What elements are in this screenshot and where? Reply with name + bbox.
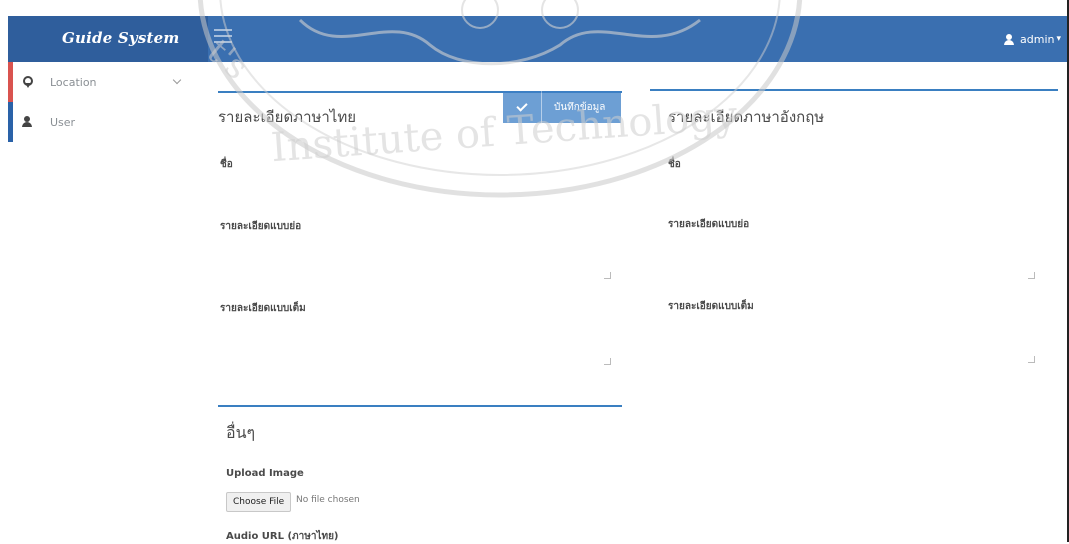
resize-handle-icon[interactable]	[604, 358, 611, 365]
user-icon	[22, 116, 32, 127]
choose-file-button[interactable]: Choose File	[226, 492, 292, 512]
save-button[interactable]: บันทึกข้อมูล	[503, 91, 621, 123]
brand-title[interactable]: Guide System	[62, 29, 179, 47]
thai-short-textarea[interactable]	[218, 234, 616, 284]
sidebar: Location User	[8, 62, 208, 542]
brand-area[interactable]: Guide System	[8, 16, 208, 62]
thai-full-textarea[interactable]	[218, 316, 616, 370]
panel-top-border	[218, 405, 622, 407]
top-navbar: Guide System admin ▾	[8, 16, 1069, 62]
resize-handle-icon[interactable]	[1028, 272, 1035, 279]
menu-toggle-icon[interactable]	[214, 29, 232, 43]
resize-handle-icon[interactable]	[604, 272, 611, 279]
english-full-textarea[interactable]	[666, 314, 1052, 368]
english-short-textarea[interactable]	[666, 232, 1052, 282]
sidebar-item-user[interactable]: User	[8, 102, 208, 142]
upload-image-label: Upload Image	[226, 468, 304, 479]
thai-short-label: รายละเอียดแบบย่อ	[220, 221, 302, 232]
resize-handle-icon[interactable]	[1028, 356, 1035, 363]
english-short-label: รายละเอียดแบบย่อ	[668, 219, 750, 230]
chevron-down-icon	[172, 75, 182, 85]
other-panel-title: อื่นๆ	[226, 423, 256, 442]
english-panel-title: รายละเอียดภาษาอังกฤษ	[668, 108, 825, 126]
english-full-label: รายละเอียดแบบเต็ม	[668, 301, 754, 312]
thai-panel-title: รายละเอียดภาษาไทย	[218, 108, 357, 126]
user-name: admin	[1020, 32, 1055, 46]
user-icon	[1004, 33, 1014, 45]
thai-full-label: รายละเอียดแบบเต็ม	[220, 303, 306, 314]
chevron-down-icon: ▾	[1056, 34, 1061, 44]
panel-top-border	[650, 89, 1058, 91]
sidebar-item-label: User	[50, 115, 76, 129]
user-menu[interactable]: admin ▾	[1004, 30, 1061, 48]
sidebar-accent	[8, 62, 13, 102]
file-status-text: No file chosen	[296, 495, 360, 505]
thai-name-input[interactable]	[218, 172, 622, 206]
english-name-label: ชื่อ	[668, 159, 681, 170]
map-marker-icon	[22, 76, 33, 88]
sidebar-item-location[interactable]: Location	[8, 62, 208, 102]
sidebar-item-label: Location	[50, 75, 97, 89]
save-button-label: บันทึกข้อมูล	[554, 101, 606, 113]
button-divider	[541, 91, 542, 123]
check-icon	[516, 99, 528, 112]
thai-name-label: ชื่อ	[220, 159, 233, 170]
sidebar-accent	[8, 102, 13, 142]
english-name-input[interactable]	[666, 172, 1058, 206]
